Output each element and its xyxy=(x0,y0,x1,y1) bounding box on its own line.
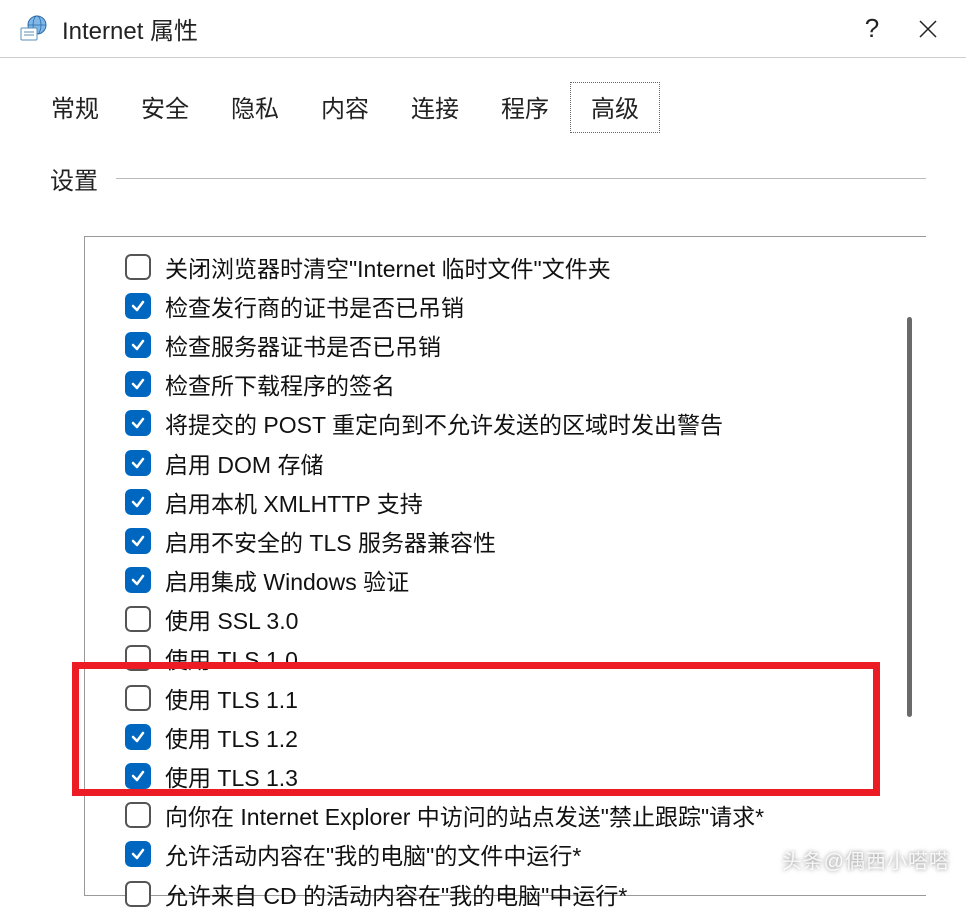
setting-item: 使用 TLS 1.1 xyxy=(85,678,926,717)
setting-item: 使用 TLS 1.0 xyxy=(85,639,926,678)
tab-general[interactable]: 常规 xyxy=(30,82,120,133)
setting-item: 启用不安全的 TLS 服务器兼容性 xyxy=(85,521,926,560)
tab-privacy[interactable]: 隐私 xyxy=(210,82,300,133)
setting-label: 检查发行商的证书是否已吊销 xyxy=(165,289,464,323)
settings-list: 关闭浏览器时清空"Internet 临时文件"文件夹 检查发行商的证书是否已吊销… xyxy=(84,236,926,896)
checkbox[interactable] xyxy=(125,645,151,671)
setting-item: 将提交的 POST 重定向到不允许发送的区域时发出警告 xyxy=(85,404,926,443)
help-button[interactable]: ? xyxy=(844,4,900,54)
checkbox[interactable] xyxy=(125,881,151,907)
checkbox[interactable] xyxy=(125,606,151,632)
setting-label: 允许活动内容在"我的电脑"的文件中运行* xyxy=(165,837,581,871)
setting-item: 向你在 Internet Explorer 中访问的站点发送"禁止跟踪"请求* xyxy=(85,796,926,835)
setting-item: 使用 SSL 3.0 xyxy=(85,600,926,639)
checkbox[interactable] xyxy=(125,293,151,319)
setting-label: 使用 SSL 3.0 xyxy=(165,602,298,636)
section-title: 设置 xyxy=(50,161,98,196)
setting-item: 检查服务器证书是否已吊销 xyxy=(85,325,926,364)
checkbox[interactable] xyxy=(125,841,151,867)
titlebar: Internet 属性 ? xyxy=(0,0,966,58)
tab-strip: 常规 安全 隐私 内容 连接 程序 高级 xyxy=(0,58,966,133)
setting-label: 使用 TLS 1.3 xyxy=(165,759,298,793)
checkbox[interactable] xyxy=(125,450,151,476)
checkbox[interactable] xyxy=(125,763,151,789)
setting-label: 使用 TLS 1.0 xyxy=(165,641,298,675)
tab-connections[interactable]: 连接 xyxy=(390,82,480,133)
checkbox[interactable] xyxy=(125,410,151,436)
setting-item: 使用 TLS 1.3 xyxy=(85,756,926,795)
window-title: Internet 属性 xyxy=(62,11,844,46)
setting-item: 启用集成 Windows 验证 xyxy=(85,561,926,600)
tab-content[interactable]: 内容 xyxy=(300,82,390,133)
checkbox[interactable] xyxy=(125,685,151,711)
setting-item: 启用 DOM 存储 xyxy=(85,443,926,482)
checkbox[interactable] xyxy=(125,528,151,554)
checkbox[interactable] xyxy=(125,254,151,280)
setting-item: 检查发行商的证书是否已吊销 xyxy=(85,286,926,325)
settings-section: 设置 关闭浏览器时清空"Internet 临时文件"文件夹 检查发行商的证书是否… xyxy=(0,133,966,896)
setting-item: 允许来自 CD 的活动内容在"我的电脑"中运行* xyxy=(85,874,926,913)
checkbox[interactable] xyxy=(125,724,151,750)
setting-item: 检查所下载程序的签名 xyxy=(85,365,926,404)
setting-label: 使用 TLS 1.1 xyxy=(165,681,298,715)
checkbox[interactable] xyxy=(125,802,151,828)
setting-label: 使用 TLS 1.2 xyxy=(165,720,298,754)
setting-item: 关闭浏览器时清空"Internet 临时文件"文件夹 xyxy=(85,247,926,286)
checkbox[interactable] xyxy=(125,489,151,515)
setting-item: 启用本机 XMLHTTP 支持 xyxy=(85,482,926,521)
setting-label: 关闭浏览器时清空"Internet 临时文件"文件夹 xyxy=(165,250,611,284)
setting-label: 启用集成 Windows 验证 xyxy=(165,563,409,597)
checkbox[interactable] xyxy=(125,371,151,397)
setting-label: 检查服务器证书是否已吊销 xyxy=(165,328,441,362)
setting-label: 启用本机 XMLHTTP 支持 xyxy=(165,485,423,519)
checkbox[interactable] xyxy=(125,332,151,358)
setting-label: 将提交的 POST 重定向到不允许发送的区域时发出警告 xyxy=(165,406,723,440)
tab-programs[interactable]: 程序 xyxy=(480,82,570,133)
setting-label: 启用不安全的 TLS 服务器兼容性 xyxy=(165,524,496,558)
internet-options-icon xyxy=(18,13,50,45)
checkbox[interactable] xyxy=(125,567,151,593)
tab-security[interactable]: 安全 xyxy=(120,82,210,133)
setting-label: 检查所下载程序的签名 xyxy=(165,367,395,401)
setting-item: 使用 TLS 1.2 xyxy=(85,717,926,756)
scrollbar-thumb[interactable] xyxy=(907,317,912,717)
setting-label: 向你在 Internet Explorer 中访问的站点发送"禁止跟踪"请求* xyxy=(165,798,764,832)
close-button[interactable] xyxy=(900,4,956,54)
watermark-text: 头条@偶西小嗒嗒 xyxy=(782,845,950,874)
setting-label: 启用 DOM 存储 xyxy=(165,446,323,480)
tab-advanced[interactable]: 高级 xyxy=(570,82,660,133)
section-divider xyxy=(116,178,926,179)
